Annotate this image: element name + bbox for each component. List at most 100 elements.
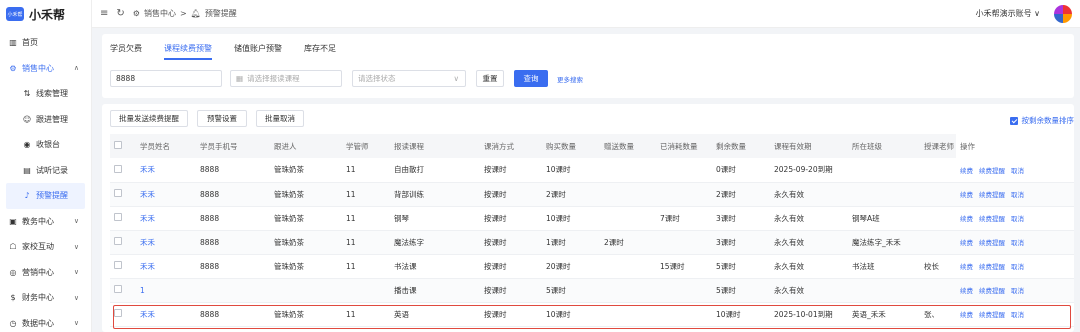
row-checkbox[interactable]: [110, 206, 136, 231]
cell-manager: 11: [342, 230, 390, 255]
cell-class: [848, 182, 920, 207]
sidebar-item-2[interactable]: ⇅ 线索管理: [0, 81, 91, 107]
checkbox-icon: [114, 141, 122, 149]
column-header-0: 学员姓名: [136, 134, 196, 158]
cell-phone: 8888: [196, 254, 270, 279]
cell-gift: 2课时: [600, 230, 656, 255]
tab-1[interactable]: 课程续费预警: [164, 43, 212, 60]
row-checkbox[interactable]: [110, 254, 136, 279]
cancel-button[interactable]: 取消: [1011, 311, 1024, 319]
cancel-button[interactable]: 取消: [1011, 263, 1024, 271]
cell-name[interactable]: 禾禾: [136, 182, 196, 207]
table-row[interactable]: 1 播击课 按课时 5课时 5课时 永久有效 续费 续费提醒 取消: [110, 278, 1074, 303]
sidebar-item-5[interactable]: ▤ 试听记录: [0, 158, 91, 184]
sidebar-item-8[interactable]: ☖ 家校互动 ∨: [0, 234, 91, 260]
renew-reminder-button[interactable]: 续费提醒: [979, 287, 1005, 295]
renew-reminder-button[interactable]: 续费提醒: [979, 263, 1005, 271]
tab-2[interactable]: 储值账户预警: [234, 43, 282, 60]
course-select[interactable]: ▦ 请选择报读课程: [230, 70, 342, 87]
renew-button[interactable]: 续费: [960, 287, 973, 295]
row-checkbox[interactable]: [110, 230, 136, 255]
table-row[interactable]: 禾禾 8888 管珠奶茶 11 魔法练字 按课时 1课时 2课时 3课时 永久有效 魔法练字_禾禾 续…: [110, 230, 1074, 255]
sidebar-item-3[interactable]: ☺ 跟进管理: [0, 107, 91, 133]
account-menu[interactable]: 小禾帮演示账号 ∨: [976, 8, 1040, 19]
renew-button[interactable]: 续费: [960, 311, 973, 319]
more-search-link[interactable]: 更多搜索: [557, 74, 583, 84]
cancel-button[interactable]: 取消: [1011, 215, 1024, 223]
cell-name[interactable]: 禾禾: [136, 254, 196, 279]
cell-left: 2课时: [712, 182, 770, 207]
column-header-12: 授课老师: [920, 134, 956, 158]
row-actions: 续费 续费提醒 取消: [956, 302, 1074, 327]
sidebar-item-0[interactable]: ▥ 首页: [0, 30, 91, 56]
cell-course: 魔法练字: [390, 230, 480, 255]
table-row[interactable]: 禾禾 8888 管珠奶茶 11 背部训练 按课时 2课时 2课时 永久有效 续费 续费提醒 取消: [110, 182, 1074, 207]
sidebar-item-7[interactable]: ▣ 教务中心 ∨: [0, 209, 91, 235]
batch-send-reminder-button[interactable]: 批量发送续费提醒: [110, 110, 188, 127]
logo[interactable]: 小禾帮 小禾帮: [0, 0, 91, 28]
cell-name[interactable]: 1: [136, 278, 196, 303]
cell-class: [848, 278, 920, 303]
cell-name[interactable]: 禾禾: [136, 158, 196, 183]
gear-icon: ⚙: [132, 9, 140, 18]
row-checkbox[interactable]: [110, 302, 136, 327]
search-button[interactable]: 查询: [514, 70, 548, 87]
table-row[interactable]: 禾禾 8888 管珠奶茶 11 自由散打 按课时 10课时 0课时 2025-09-20到期 续费…: [110, 158, 1074, 183]
table-row[interactable]: 禾禾 8888 管珠奶茶 11 钢琴 按课时 10课时 7课时 3课时 永久有效 钢琴A班 续费 续费提…: [110, 206, 1074, 231]
batch-cancel-button[interactable]: 批量取消: [256, 110, 304, 127]
tab-3[interactable]: 库存不足: [304, 43, 336, 60]
renew-button[interactable]: 续费: [960, 263, 973, 271]
cell-gift: [600, 182, 656, 207]
keyword-input[interactable]: 8888: [110, 70, 222, 87]
table-row[interactable]: 禾禾 8888 管珠奶茶 11 英语 按课时 10课时 10课时 2025-10-01到期 英语_…: [110, 302, 1074, 327]
cell-name[interactable]: 禾禾: [136, 206, 196, 231]
renew-reminder-button[interactable]: 续费提醒: [979, 215, 1005, 223]
renew-reminder-button[interactable]: 续费提醒: [979, 167, 1005, 175]
chevron-down-icon: ∨: [73, 293, 79, 302]
select-all-checkbox[interactable]: [110, 134, 136, 158]
cell-manager: 11: [342, 182, 390, 207]
avatar[interactable]: [1054, 5, 1072, 23]
sort-by-remaining-checkbox[interactable]: 按剩余数量排序: [1009, 115, 1074, 126]
renew-reminder-button[interactable]: 续费提醒: [979, 239, 1005, 247]
breadcrumb-item-sales[interactable]: 销售中心: [144, 8, 176, 19]
renew-button[interactable]: 续费: [960, 191, 973, 199]
cell-name[interactable]: 禾禾: [136, 302, 196, 327]
renew-button[interactable]: 续费: [960, 239, 973, 247]
menu-toggle-icon[interactable]: ≡: [100, 8, 108, 19]
cancel-button[interactable]: 取消: [1011, 239, 1024, 247]
renew-reminder-button[interactable]: 续费提醒: [979, 311, 1005, 319]
sidebar-item-10[interactable]: $ 财务中心 ∨: [0, 285, 91, 311]
row-checkbox[interactable]: [110, 278, 136, 303]
row-checkbox[interactable]: [110, 182, 136, 207]
sidebar-item-11[interactable]: ◷ 数据中心 ∨: [0, 311, 91, 332]
sidebar-item-4[interactable]: ◉ 收银台: [0, 132, 91, 158]
tab-0[interactable]: 学员欠费: [110, 43, 142, 60]
cell-course: 书法课: [390, 254, 480, 279]
gear-icon: ⚙: [9, 63, 17, 73]
sidebar-item-9[interactable]: ◎ 营销中心 ∨: [0, 260, 91, 286]
cell-follower: 管珠奶茶: [270, 302, 342, 327]
data-icon: ◷: [9, 318, 17, 328]
cell-mode: 按课时: [480, 158, 542, 183]
cell-course: 背部训练: [390, 182, 480, 207]
sidebar-item-1[interactable]: ⚙ 销售中心 ∧: [0, 56, 91, 82]
renew-button[interactable]: 续费: [960, 167, 973, 175]
row-checkbox[interactable]: [110, 158, 136, 183]
renew-reminder-button[interactable]: 续费提醒: [979, 191, 1005, 199]
cancel-button[interactable]: 取消: [1011, 167, 1024, 175]
cancel-button[interactable]: 取消: [1011, 191, 1024, 199]
status-select[interactable]: 请选择状态 ∨: [352, 70, 466, 87]
warning-settings-button[interactable]: 预警设置: [197, 110, 247, 127]
table-row[interactable]: 禾禾 8888 管珠奶茶 11 书法课 按课时 20课时 15课时 5课时 永久有效 书法班 校长 续费…: [110, 254, 1074, 279]
sidebar-item-6[interactable]: ♪ 预警提醒: [6, 183, 85, 209]
cell-gift: [600, 254, 656, 279]
column-header-1: 学员手机号: [196, 134, 270, 158]
reset-button[interactable]: 重置: [476, 70, 504, 87]
bell-icon: 🔔︎: [190, 9, 201, 18]
renew-button[interactable]: 续费: [960, 215, 973, 223]
refresh-icon[interactable]: ↻: [116, 8, 124, 19]
cell-name[interactable]: 禾禾: [136, 230, 196, 255]
cancel-button[interactable]: 取消: [1011, 287, 1024, 295]
breadcrumb: ⚙ 销售中心 > 🔔︎ 预警提醒: [133, 8, 237, 19]
